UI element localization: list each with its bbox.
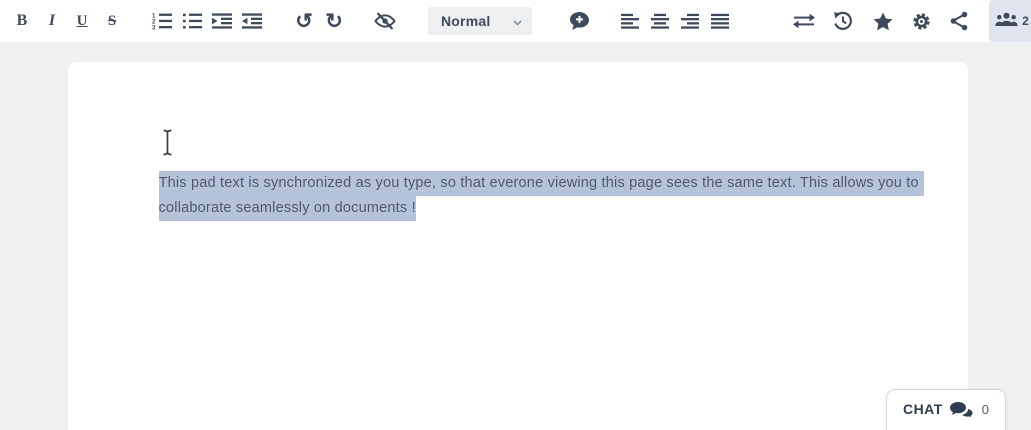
align-right-button[interactable]	[675, 6, 705, 36]
unordered-list-button[interactable]	[177, 6, 207, 36]
align-left-button[interactable]	[615, 6, 645, 36]
redo-button[interactable]: ↻	[319, 6, 349, 36]
undo-icon: ↺	[295, 9, 313, 33]
add-comment-button[interactable]	[564, 6, 594, 36]
chat-label: CHAT	[902, 401, 943, 417]
unordered-list-icon	[182, 12, 202, 30]
chat-bubbles-icon	[949, 401, 975, 424]
underline-icon: U	[76, 12, 88, 29]
hide-authorship-icon	[374, 11, 396, 31]
users-icon	[995, 12, 1018, 30]
chat-count: 0	[981, 402, 990, 417]
chat-widget[interactable]: CHAT 0	[886, 389, 1006, 430]
svg-text:3: 3	[152, 26, 156, 31]
document-pad: This pad text is synchronized as you typ…	[68, 62, 968, 430]
chevron-down-icon	[513, 14, 522, 29]
editor-line: This pad text is synchronized as you typ…	[123, 153, 928, 196]
star-icon	[873, 12, 893, 31]
align-justify-icon	[711, 13, 729, 29]
style-select-value: Normal	[441, 13, 491, 29]
italic-icon: I	[48, 12, 56, 29]
align-left-icon	[621, 13, 639, 29]
favorite-button[interactable]	[868, 6, 898, 36]
editor-surface[interactable]: This pad text is synchronized as you typ…	[123, 153, 928, 221]
align-center-icon	[651, 13, 669, 29]
selected-text: collaborate seamlessly on documents !	[158, 196, 416, 221]
strikethrough-button[interactable]: S	[97, 6, 127, 36]
style-select[interactable]: Normal	[428, 7, 532, 35]
underline-button[interactable]: U	[67, 6, 97, 36]
italic-button[interactable]: I	[37, 6, 67, 36]
outdent-button[interactable]	[237, 6, 267, 36]
comment-add-icon	[569, 11, 590, 31]
pad-app: B I U S 1 2 3 ↺ ↻ Normal 2 This pad text…	[0, 0, 1031, 430]
toolbar: B I U S 1 2 3 ↺ ↻ Normal 2	[0, 0, 1031, 42]
import-export-icon	[793, 13, 815, 29]
bold-icon: B	[16, 12, 28, 29]
align-right-icon	[681, 13, 699, 29]
share-button[interactable]	[944, 6, 974, 36]
history-button[interactable]	[828, 6, 858, 36]
users-count: 2	[1022, 14, 1029, 28]
indent-icon	[212, 12, 232, 30]
ordered-list-icon: 1 2 3	[152, 12, 172, 30]
bold-button[interactable]: B	[7, 6, 37, 36]
redo-icon: ↻	[325, 9, 343, 33]
settings-button[interactable]	[906, 6, 936, 36]
undo-button[interactable]: ↺	[289, 6, 319, 36]
import-export-button[interactable]	[789, 6, 819, 36]
hide-authorship-button[interactable]	[370, 6, 400, 36]
align-justify-button[interactable]	[705, 6, 735, 36]
strikethrough-icon: S	[107, 12, 117, 29]
users-button[interactable]: 2	[989, 0, 1031, 42]
indent-button[interactable]	[207, 6, 237, 36]
selected-text: This pad text is synchronized as you typ…	[158, 171, 924, 196]
gear-icon	[912, 12, 931, 31]
history-icon	[833, 11, 853, 31]
share-icon	[950, 11, 968, 31]
outdent-icon	[242, 12, 262, 30]
align-center-button[interactable]	[645, 6, 675, 36]
ordered-list-button[interactable]: 1 2 3	[147, 6, 177, 36]
